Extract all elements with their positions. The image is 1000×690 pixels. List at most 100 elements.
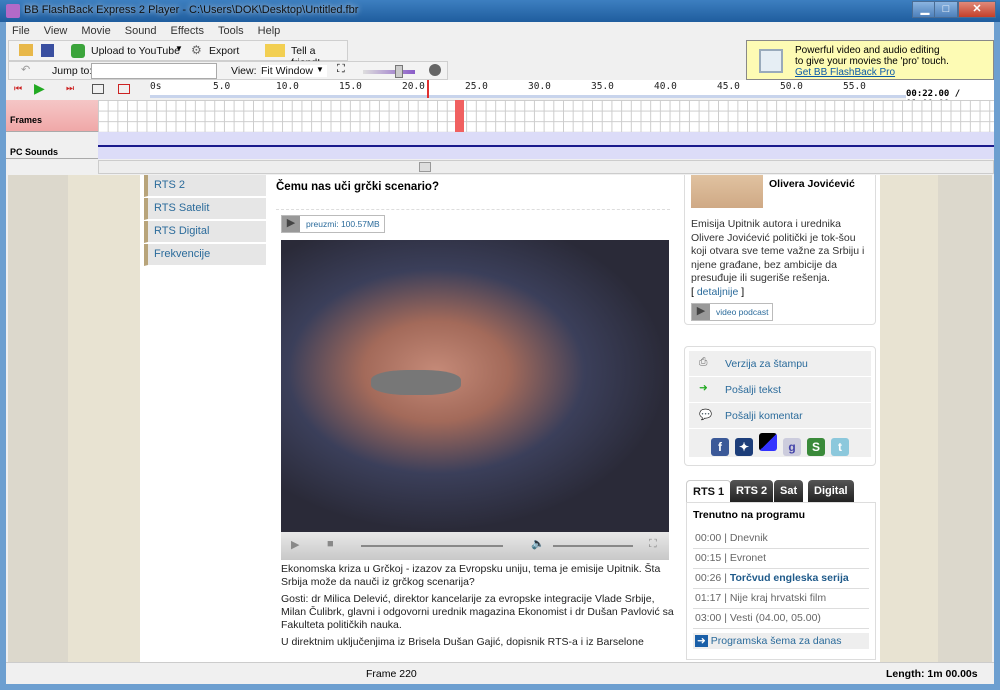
comment-icon: 💬 bbox=[699, 409, 713, 421]
export-button[interactable]: Export bbox=[209, 45, 239, 57]
export-icon: ⚙ bbox=[191, 43, 202, 57]
tab-rts2[interactable]: RTS 2 bbox=[730, 480, 774, 502]
nav-rts2[interactable]: RTS 2 bbox=[144, 175, 266, 197]
frame-counter: Frame 220 bbox=[366, 668, 417, 680]
sound-waveform bbox=[98, 145, 994, 147]
facebook-icon[interactable]: f bbox=[711, 438, 729, 456]
send-text-link[interactable]: ➜ Pošalji tekst bbox=[689, 377, 871, 403]
maximize-button[interactable]: □ bbox=[934, 1, 958, 18]
schedule-link-label: Programska šema za danas bbox=[710, 635, 842, 647]
zoom-slider[interactable] bbox=[363, 70, 415, 74]
send-comment-link[interactable]: 💬 Pošalji komentar bbox=[689, 403, 871, 429]
menu-bar: File View Movie Sound Effects Tools Help bbox=[6, 22, 994, 40]
share-box: ⎙ Verzija za štampu ➜ Pošalji tekst 💬 Pošal… bbox=[684, 346, 876, 466]
delicious-icon[interactable] bbox=[759, 433, 777, 451]
player-volume-icon[interactable]: 🔈 bbox=[531, 537, 545, 550]
player-play-icon[interactable]: ▶ bbox=[291, 538, 299, 551]
ruler-tick: 30.0 bbox=[528, 81, 551, 92]
google-icon[interactable]: g bbox=[783, 438, 801, 456]
play-icon[interactable]: ▶ bbox=[34, 80, 45, 97]
playback-controls: ⏮ ▶ ⏭ bbox=[8, 80, 150, 98]
tab-digital[interactable]: Digital bbox=[808, 480, 854, 502]
program-name: Nije kraj hrvatski film bbox=[729, 592, 827, 604]
get-pro-link[interactable]: Get BB FlashBack Pro bbox=[795, 67, 895, 78]
menu-effects[interactable]: Effects bbox=[171, 25, 204, 37]
sounds-track[interactable] bbox=[98, 132, 994, 159]
frame-icon[interactable] bbox=[92, 84, 104, 94]
menu-sound[interactable]: Sound bbox=[125, 25, 157, 37]
sounds-track-label[interactable]: PC Sounds bbox=[6, 132, 98, 159]
zoom-slider-thumb[interactable] bbox=[395, 65, 404, 78]
chevron-down-icon[interactable]: ▼ bbox=[175, 44, 183, 53]
menu-tools[interactable]: Tools bbox=[218, 25, 244, 37]
program-item[interactable]: 00:26 | Torčvud engleska serija bbox=[693, 569, 869, 589]
program-time: 03:00 bbox=[695, 612, 722, 624]
program-time: 00:26 bbox=[695, 572, 722, 584]
jump-to-input[interactable] bbox=[91, 63, 217, 79]
program-time: 00:15 bbox=[695, 552, 722, 564]
program-item[interactable]: 03:00 | Vesti (04.00, 05.00) bbox=[693, 609, 869, 629]
program-name: Evronet bbox=[729, 552, 767, 564]
nav-rts-satelit[interactable]: RTS Satelit bbox=[144, 198, 266, 220]
tab-sat[interactable]: Sat bbox=[774, 480, 804, 502]
menu-view[interactable]: View bbox=[44, 25, 68, 37]
close-button[interactable]: ✕ bbox=[958, 1, 996, 18]
frames-track-label[interactable]: Frames bbox=[6, 100, 98, 132]
timeline-ruler[interactable]: 0s 5.0 10.0 15.0 20.0 25.0 30.0 35.0 40.0 45.0 50.… bbox=[150, 80, 994, 98]
tab-rts1[interactable]: RTS 1 bbox=[686, 480, 732, 502]
send-icon: ➜ bbox=[699, 382, 708, 394]
movie-length: Length: 1m 00.00s bbox=[886, 668, 978, 680]
jump-label: Jump to: bbox=[52, 65, 93, 77]
printer-icon: ⎙ bbox=[699, 356, 708, 368]
player-volume-bar[interactable] bbox=[553, 545, 633, 547]
undo-icon[interactable]: ↶ bbox=[21, 63, 30, 76]
menu-help[interactable]: Help bbox=[258, 25, 281, 37]
schedule-link[interactable]: ➜ Programska šema za danas bbox=[693, 633, 869, 649]
program-item[interactable]: 00:00 | Dnevnik bbox=[693, 529, 869, 549]
video-podcast-button[interactable]: ▶ video podcast bbox=[691, 303, 774, 321]
download-button[interactable]: ▶ preuzmi: 100.57MB bbox=[281, 215, 385, 233]
player-seek-bar[interactable] bbox=[361, 545, 503, 547]
frames-track[interactable] bbox=[98, 100, 994, 132]
promo-banner: Powerful video and audio editing to give… bbox=[746, 40, 994, 80]
save-icon[interactable] bbox=[41, 44, 54, 57]
open-icon[interactable] bbox=[19, 44, 33, 56]
player-fullscreen-icon[interactable]: ⛶ bbox=[649, 538, 657, 551]
skip-start-icon[interactable]: ⏮ bbox=[14, 83, 22, 94]
program-widget: RTS 1 RTS 2 Sat Digital Trenutno na prog… bbox=[686, 480, 876, 660]
chevron-down-icon: ▼ bbox=[316, 65, 324, 74]
scrollbar-thumb[interactable] bbox=[419, 162, 431, 172]
article-paragraph: Ekonomska kriza u Grčkoj - izazov za Evr… bbox=[281, 563, 661, 588]
details-link[interactable]: detaljnije bbox=[697, 286, 738, 298]
program-item[interactable]: 01:17 | Nije kraj hrvatski film bbox=[693, 589, 869, 609]
skip-end-icon[interactable]: ⏭ bbox=[66, 83, 74, 94]
player-stop-icon[interactable]: ■ bbox=[327, 538, 334, 550]
print-version-link[interactable]: ⎙ Verzija za štampu bbox=[689, 351, 871, 377]
ruler-tick: 5.0 bbox=[213, 81, 231, 92]
program-name: Torčvud engleska serija bbox=[729, 572, 849, 584]
article-paragraph: Gosti: dr Milica Delević, direktor kance… bbox=[281, 593, 674, 631]
view-label: View: bbox=[231, 65, 257, 77]
stumbleupon-icon[interactable]: S bbox=[807, 438, 825, 456]
promo-line-2: to give your movies the 'pro' touch. bbox=[795, 56, 949, 67]
article-paragraph: U direktnim uključenjima iz Brisela Duša… bbox=[281, 636, 644, 648]
fullscreen-icon[interactable]: ⛶ bbox=[337, 63, 345, 76]
frame-end-icon[interactable] bbox=[118, 84, 130, 94]
playhead[interactable] bbox=[427, 80, 430, 98]
video-frame[interactable] bbox=[281, 240, 669, 532]
nav-rts-digital[interactable]: RTS Digital bbox=[144, 221, 266, 243]
app-icon bbox=[6, 4, 20, 18]
menu-file[interactable]: File bbox=[12, 25, 30, 37]
window-title: BB FlashBack Express 2 Player - C:\Users… bbox=[24, 4, 359, 16]
ruler-tick: 20.0 bbox=[402, 81, 425, 92]
timeline-scrollbar[interactable] bbox=[98, 160, 994, 174]
program-item[interactable]: 00:15 | Evronet bbox=[693, 549, 869, 569]
show-info-box: Olivera Jovićević Emisija Upitnik autora… bbox=[684, 175, 876, 325]
volume-icon[interactable] bbox=[429, 64, 441, 76]
upload-youtube-button[interactable]: Upload to YouTube bbox=[91, 45, 180, 57]
myspace-icon[interactable]: ✦ bbox=[735, 438, 753, 456]
nav-frekvencije[interactable]: Frekvencije bbox=[144, 244, 266, 266]
menu-movie[interactable]: Movie bbox=[81, 25, 110, 37]
ruler-tick: 55.0 bbox=[843, 81, 866, 92]
twitter-icon[interactable]: t bbox=[831, 438, 849, 456]
